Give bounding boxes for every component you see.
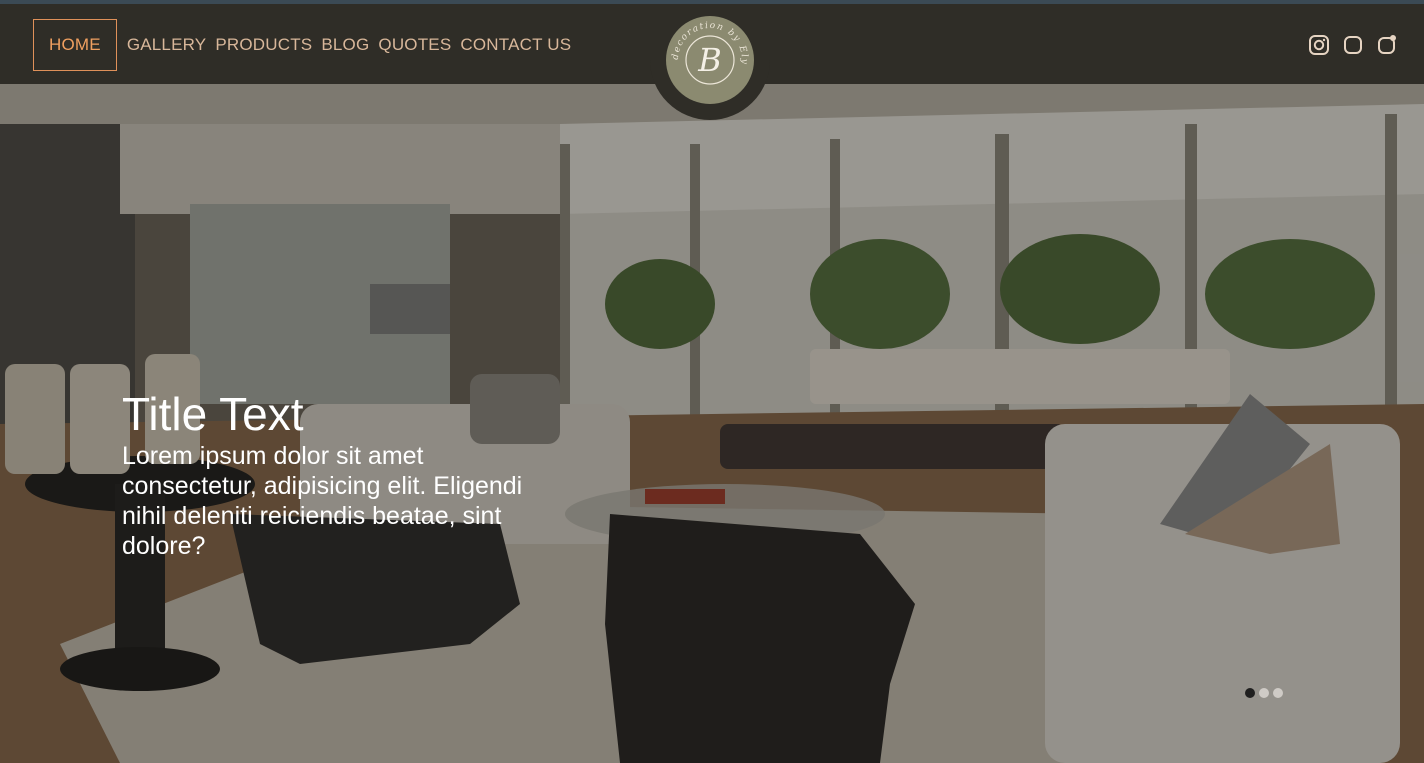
nav-link-blog[interactable]: BLOG	[321, 20, 369, 70]
hero-title: Title Text	[122, 388, 304, 440]
nav-link-products[interactable]: PRODUCTS	[215, 20, 312, 70]
slider-dot-2[interactable]	[1259, 688, 1269, 698]
hero-caption: Title Text Lorem ipsum dolor sit amet co…	[122, 389, 542, 561]
nav-link-contact-us[interactable]: CONTACT US	[460, 20, 571, 70]
logo-letter: B	[697, 41, 722, 79]
nav-link-gallery[interactable]: GALLERY	[127, 20, 207, 70]
navbar: HOME GALLERY PRODUCTS BLOG QUOTES CONTAC…	[0, 4, 1424, 120]
logo-emblem: decoration by Ely B	[667, 17, 753, 103]
notification-square-icon[interactable]	[1376, 34, 1398, 56]
nav-link-home[interactable]: HOME	[33, 19, 117, 71]
nav-link-quotes[interactable]: QUOTES	[378, 20, 451, 70]
hero-body-text: Lorem ipsum dolor sit amet consectetur, …	[122, 442, 523, 560]
slider-pagination	[1245, 688, 1283, 698]
site-logo[interactable]: decoration by Ely B	[666, 16, 754, 104]
rounded-square-icon[interactable]	[1342, 34, 1364, 56]
logo-tab: decoration by Ely B	[650, 4, 770, 120]
instagram-icon[interactable]	[1308, 34, 1330, 56]
slider-dot-1[interactable]	[1245, 688, 1255, 698]
hero-slider: Title Text Lorem ipsum dolor sit amet co…	[0, 84, 1424, 763]
social-links	[1308, 34, 1398, 56]
slider-dot-3[interactable]	[1273, 688, 1283, 698]
main-nav: HOME GALLERY PRODUCTS BLOG QUOTES CONTAC…	[33, 19, 580, 71]
